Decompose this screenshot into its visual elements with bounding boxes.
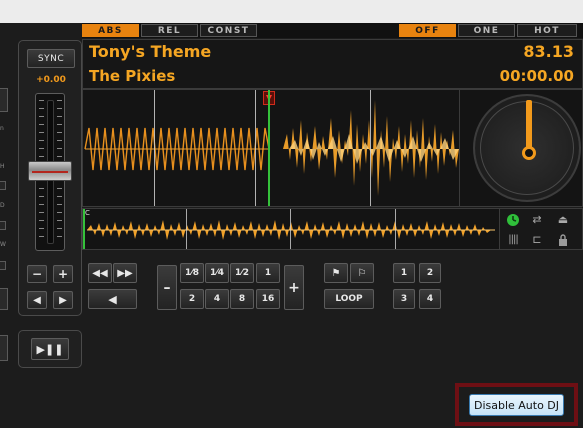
dj-app-window: n H D W SYNC +0.00 − + ◀ ▶ ▶❚❚ ABS REL C… [0, 0, 583, 428]
left-panel-button[interactable] [0, 335, 8, 361]
loop-length-button[interactable]: 8 [230, 289, 254, 309]
eject-icon[interactable]: ⏏ [552, 210, 574, 229]
mode-bar: ABS REL CONST OFF ONE HOT [82, 23, 583, 38]
pitch-slider-knob[interactable] [28, 161, 72, 181]
pitch-panel: SYNC +0.00 − + ◀ ▶ [18, 40, 82, 316]
overview-waveform[interactable]: C [82, 208, 500, 250]
jog-hub [522, 146, 536, 160]
hotcue-button[interactable]: 4 [419, 289, 441, 309]
left-panel-letter: D [0, 202, 5, 209]
left-panel-toggle[interactable] [0, 181, 6, 190]
track-bpm: 83.13 [523, 42, 574, 61]
transport-panel: ▶❚❚ [18, 330, 82, 368]
beat-grid-line [370, 90, 371, 206]
loop-button[interactable]: LOOP [324, 289, 374, 309]
rewind-button[interactable]: ◀◀ [88, 263, 112, 283]
nudge-right-icon[interactable]: ▶ [53, 291, 73, 309]
mode-const-button[interactable]: CONST [200, 24, 257, 37]
beat-grid-line [255, 90, 256, 206]
disable-auto-dj-button[interactable]: Disable Auto DJ [469, 394, 564, 416]
hotcue-button[interactable]: 3 [393, 289, 415, 309]
pitch-minus-button[interactable]: − [27, 265, 47, 283]
bars-icon[interactable]: |||| [502, 230, 524, 249]
deck-options: ⇄ ⏏ |||| ⊏ [500, 208, 583, 250]
turntable-jog-icon[interactable] [473, 94, 581, 202]
overview-cue-letter: C [85, 209, 90, 217]
loop-length-button[interactable]: 4 [205, 289, 229, 309]
left-panel-letter: W [0, 241, 6, 248]
loop-length-button[interactable]: 1⁄2 [230, 263, 254, 283]
playhead [268, 90, 270, 206]
loop-length-button[interactable]: 2 [180, 289, 204, 309]
track-title: Tony's Theme [89, 42, 212, 61]
sync-button[interactable]: SYNC [27, 49, 75, 68]
lock-icon[interactable] [552, 230, 574, 249]
loop-length-button[interactable]: 1⁄4 [205, 263, 229, 283]
hotcue-button[interactable]: 2 [419, 263, 441, 283]
pitch-value: +0.00 [36, 75, 66, 85]
mode-abs-button[interactable]: ABS [82, 24, 139, 37]
left-panel-button[interactable] [0, 88, 8, 112]
repeat-icon[interactable]: ⇄ [526, 210, 548, 229]
waveform-display[interactable] [82, 89, 460, 207]
loop-length-button[interactable]: 1⁄8 [180, 263, 204, 283]
left-panel-toggle[interactable] [0, 261, 6, 270]
overview-graphic [87, 220, 495, 240]
pitch-plus-button[interactable]: + [53, 265, 73, 283]
track-info: Tony's Theme The Pixies 83.13 00:00.00 [82, 39, 583, 89]
waveform-graphic [84, 100, 459, 196]
left-panel-letter: n [0, 125, 4, 132]
window-top-strip [0, 0, 583, 23]
loop-minus-button[interactable]: – [157, 265, 177, 310]
play-pause-button[interactable]: ▶❚❚ [31, 338, 69, 360]
hotcue-button[interactable]: 1 [393, 263, 415, 283]
overview-grid-line [290, 209, 291, 249]
cue-one-button[interactable]: ONE [458, 24, 515, 37]
jog-area [460, 89, 583, 207]
nudge-left-icon[interactable]: ◀ [27, 291, 47, 309]
loop-back-icon[interactable]: ⊏ [526, 230, 548, 249]
left-panel-letter: H [0, 163, 5, 170]
fast-forward-button[interactable]: ▶▶ [113, 263, 137, 283]
track-artist: The Pixies [89, 67, 176, 85]
left-panel-button[interactable] [0, 288, 8, 310]
overview-grid-line [395, 209, 396, 249]
left-panel-toggle[interactable] [0, 221, 6, 230]
loop-in-flag-icon[interactable]: ⚑ [324, 263, 348, 283]
loop-out-flag-icon[interactable]: ⚐ [350, 263, 374, 283]
mode-rel-button[interactable]: REL [141, 24, 198, 37]
loop-plus-button[interactable]: + [284, 265, 304, 310]
jog-needle [526, 100, 532, 152]
beat-grid-line [154, 90, 155, 206]
skip-back-button[interactable]: ◀ [88, 289, 137, 309]
loop-length-button[interactable]: 1 [256, 263, 280, 283]
clock-icon[interactable] [502, 210, 524, 229]
track-time: 00:00.00 [499, 67, 574, 85]
cue-hot-button[interactable]: HOT [517, 24, 577, 37]
overview-grid-line [186, 209, 187, 249]
loop-length-button[interactable]: 16 [256, 289, 280, 309]
cue-off-button[interactable]: OFF [399, 24, 456, 37]
